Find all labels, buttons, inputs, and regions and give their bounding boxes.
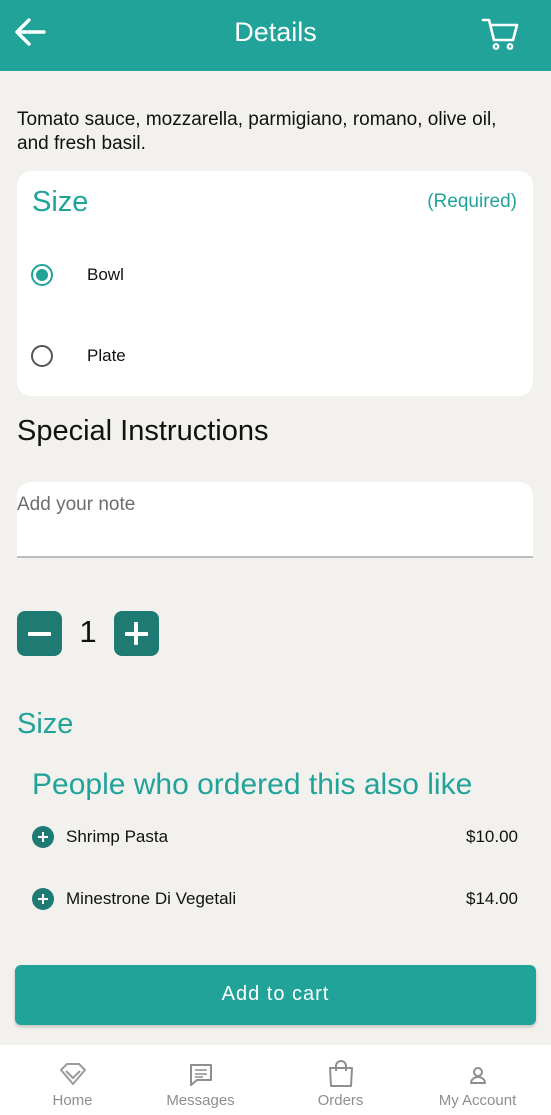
quantity-value: 1 — [79, 614, 97, 649]
app-header: Details — [0, 0, 551, 71]
nav-item-orders[interactable]: Orders — [272, 1045, 409, 1115]
nav-item-home[interactable]: Home — [4, 1045, 141, 1115]
upsell-item-minestrone[interactable]: Minestrone Di Vegetali $14.00 — [32, 883, 518, 913]
size-option-bowl[interactable]: Bowl — [29, 256, 509, 296]
size-option-label: Plate — [87, 346, 126, 365]
page-title: Details — [234, 17, 317, 47]
upsell-item-name: Shrimp Pasta — [66, 827, 169, 846]
increase-quantity-button[interactable] — [114, 611, 159, 656]
size-options-title: Size — [32, 186, 89, 218]
add-to-cart-button[interactable]: Add to cart — [15, 965, 536, 1025]
nav-item-messages[interactable]: Messages — [132, 1045, 269, 1115]
upsell-item-shrimp-pasta[interactable]: Shrimp Pasta $10.00 — [32, 821, 518, 851]
item-description: Tomato sauce, mozzarella, parmigiano, ro… — [17, 109, 497, 154]
nav-label: Messages — [166, 1092, 235, 1109]
radio-selected-icon[interactable] — [31, 264, 53, 286]
add-circle-icon[interactable] — [32, 826, 54, 848]
size-section-title: Size — [17, 708, 74, 740]
upsell-item-price: $10.00 — [466, 827, 518, 846]
clipped-text-fragment: _ _ — [33, 62, 51, 68]
nav-item-my-account[interactable]: My Account — [409, 1045, 546, 1115]
minus-icon — [28, 632, 51, 636]
upsell-item-name: Minestrone Di Vegetali — [66, 889, 237, 908]
special-instructions-title: Special Instructions — [17, 415, 269, 447]
upsell-item-price: $14.00 — [466, 889, 518, 908]
size-option-label: Bowl — [87, 265, 124, 284]
account-icon — [470, 1067, 486, 1084]
decrease-quantity-button[interactable] — [17, 611, 62, 656]
size-options-card: Size (Required) Bowl Plate — [17, 171, 533, 396]
nav-label: Home — [52, 1092, 93, 1109]
radio-unselected-icon[interactable] — [31, 345, 53, 367]
note-input[interactable] — [17, 494, 517, 516]
upsell-title: People who ordered this also like — [32, 768, 473, 801]
messages-icon — [190, 1064, 212, 1086]
required-label: (Required) — [427, 191, 517, 212]
nav-label: Orders — [317, 1092, 364, 1109]
add-circle-icon[interactable] — [32, 888, 54, 910]
size-option-plate[interactable]: Plate — [29, 337, 509, 377]
note-field-container — [17, 482, 533, 558]
nav-label: My Account — [438, 1092, 517, 1109]
shopping-bag-icon — [329, 1060, 353, 1087]
home-icon — [60, 1063, 86, 1085]
cart-icon[interactable] — [481, 14, 519, 52]
bottom-nav: Home Messages Orders My Account — [0, 1045, 551, 1115]
